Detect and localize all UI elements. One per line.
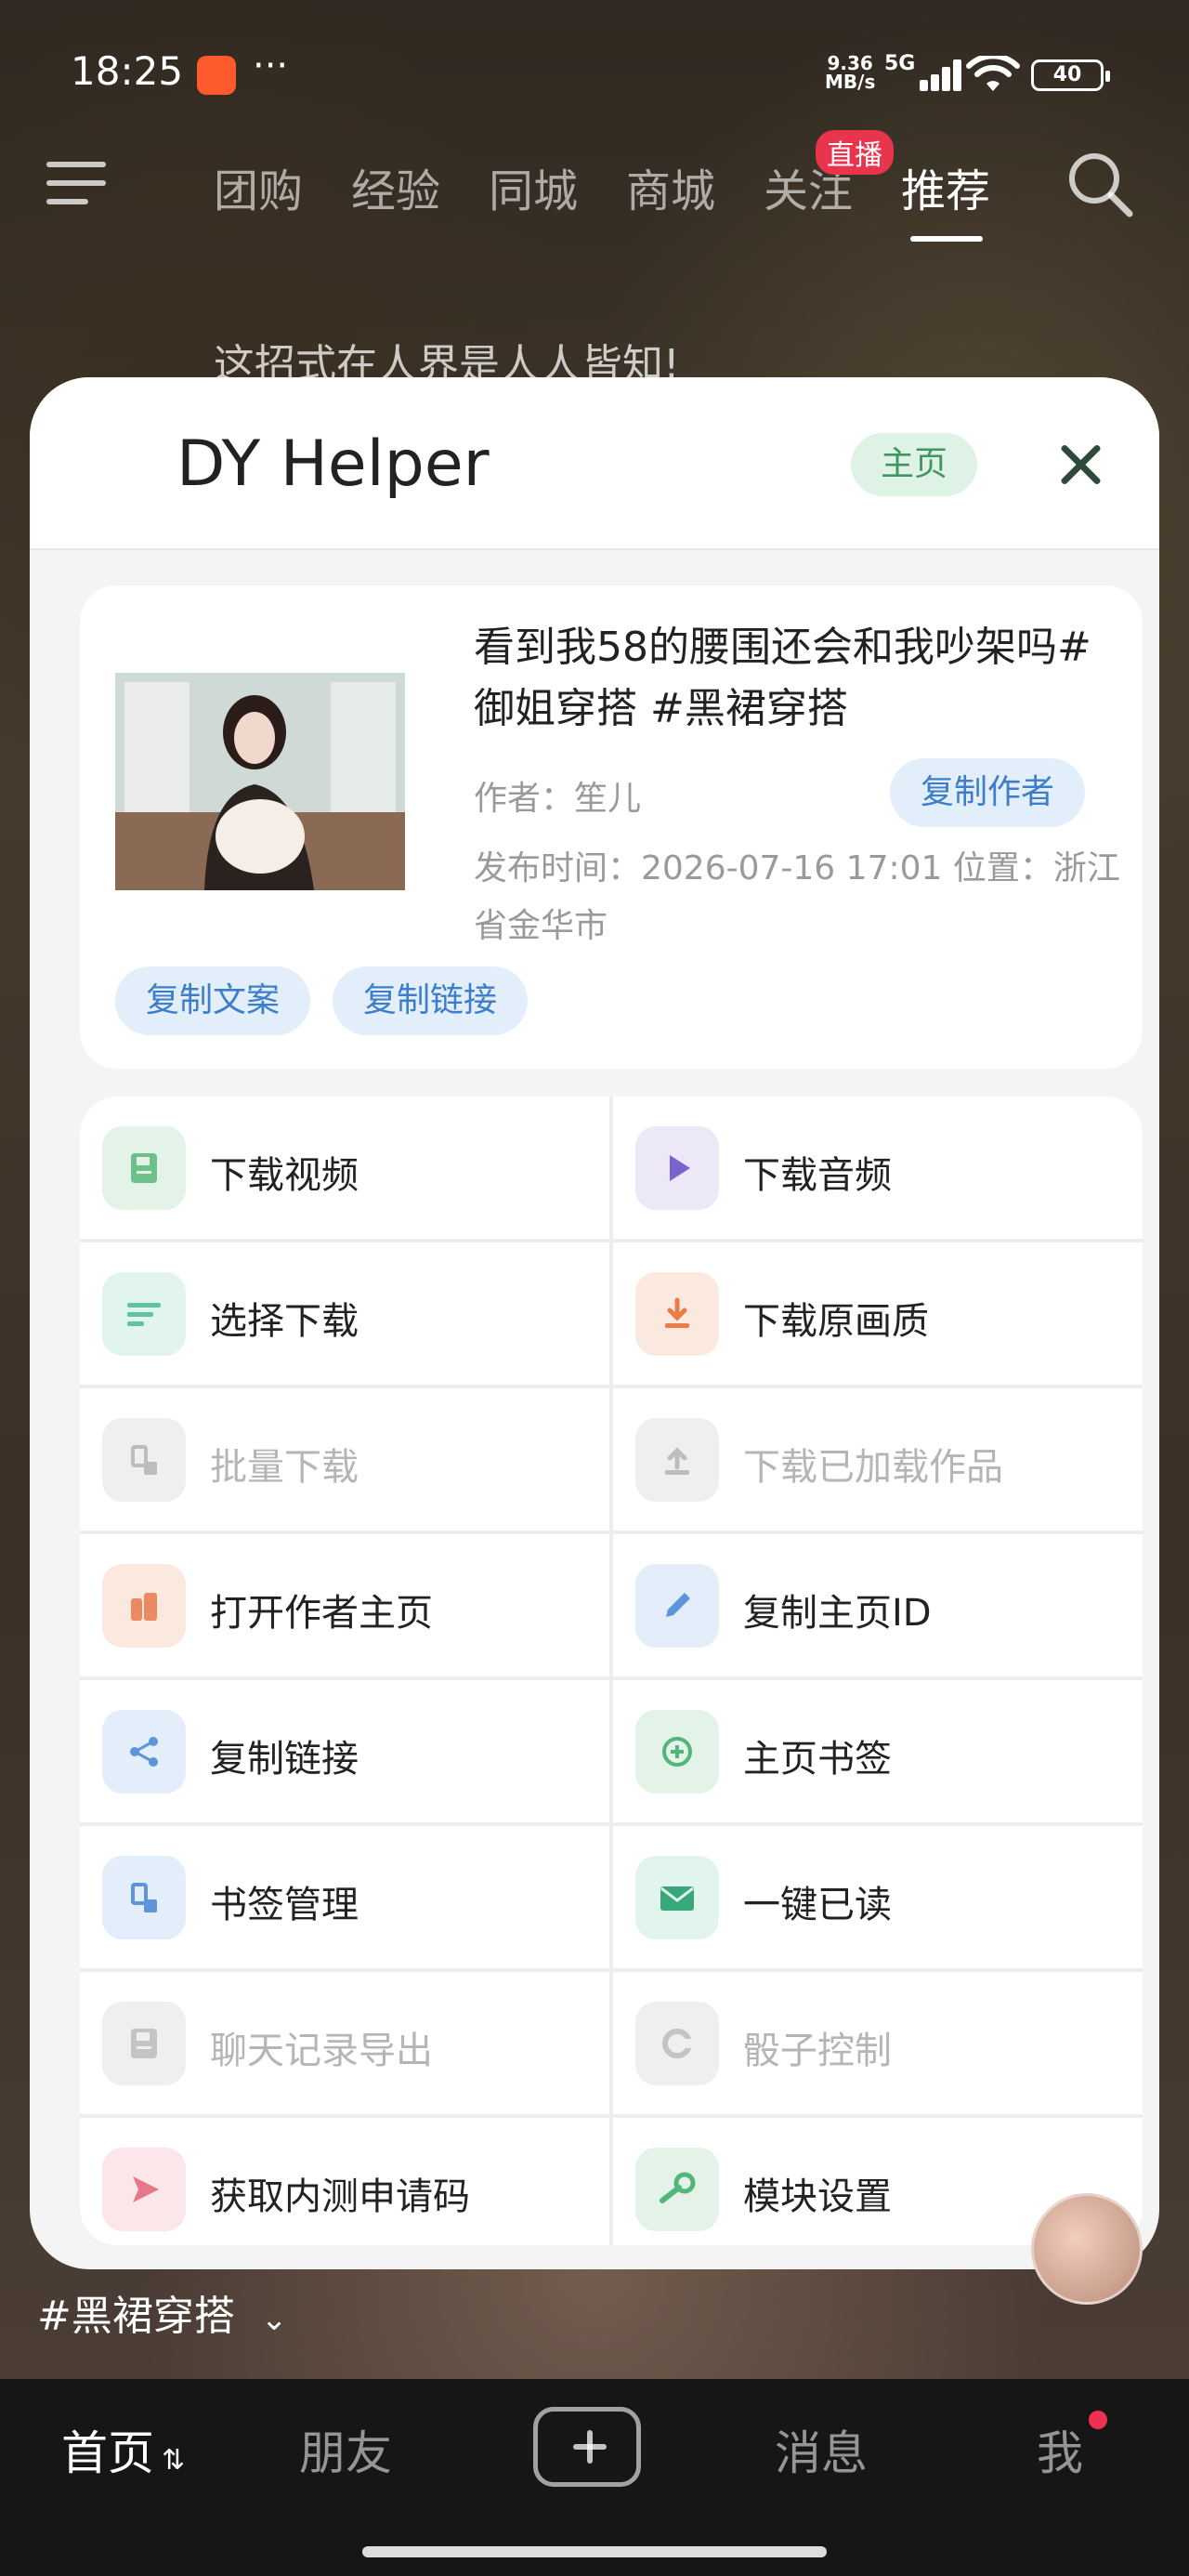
- tab-local[interactable]: 同城: [489, 154, 626, 219]
- action-label: 打开作者主页: [210, 1592, 433, 1635]
- nav-me[interactable]: 我: [1037, 2416, 1083, 2483]
- author-icon: [102, 1564, 186, 1648]
- action-download-audio[interactable]: 下载音频: [613, 1097, 1143, 1239]
- action-label: 主页书签: [743, 1738, 892, 1781]
- upload-icon: [635, 1418, 719, 1502]
- nav-friends[interactable]: 朋友: [299, 2416, 392, 2483]
- action-download-video[interactable]: 下载视频: [80, 1097, 609, 1239]
- action-home-bookmark[interactable]: 主页书签: [613, 1680, 1143, 1822]
- action-bookmark-manage[interactable]: 书签管理: [80, 1826, 609, 1968]
- action-label: 一键已读: [743, 1884, 892, 1926]
- action-get-beta-code[interactable]: 获取内测申请码: [80, 2118, 609, 2245]
- action-copy-link[interactable]: 复制链接: [80, 1680, 609, 1822]
- status-bar: 18:25 ··· 9.36 MB/s 5G 40: [0, 0, 1189, 149]
- tab-recommend[interactable]: 推荐: [901, 154, 1039, 242]
- action-copy-home-id[interactable]: 复制主页ID: [613, 1534, 1143, 1676]
- play-icon: [635, 1126, 719, 1210]
- video-tagline[interactable]: #黑裙穿搭 ⌄: [37, 2282, 287, 2342]
- action-open-author-home[interactable]: 打开作者主页: [80, 1534, 609, 1676]
- action-label: 下载原画质: [743, 1300, 929, 1343]
- action-label: 批量下载: [210, 1446, 359, 1489]
- close-icon[interactable]: [1052, 437, 1107, 493]
- action-label: 骰子控制: [743, 2030, 892, 2072]
- more-notifications-icon: ···: [253, 45, 289, 87]
- batch-icon: [102, 1418, 186, 1502]
- chevron-down-icon: ⌄: [260, 2301, 288, 2338]
- action-label: 书签管理: [210, 1884, 359, 1926]
- live-badge: 直播: [816, 130, 894, 175]
- nav-tabs: 团购 经验 同城 商城 关注 推荐: [214, 154, 1039, 242]
- dy-helper-panel: DY Helper 主页 看到我58的腰围还会和我吵架吗#御姐穿搭 #黑裙穿搭 …: [30, 377, 1159, 2269]
- menu-icon[interactable]: [46, 162, 106, 208]
- action-mark-all-read[interactable]: 一键已读: [613, 1826, 1143, 1968]
- tab-group-buy[interactable]: 团购: [214, 154, 351, 219]
- video-author: 作者：笙儿: [474, 780, 642, 818]
- download-icon: [635, 1272, 719, 1356]
- copy-caption-button[interactable]: 复制文案: [115, 966, 310, 1035]
- status-time: 18:25: [71, 48, 184, 94]
- battery-icon: 40: [1031, 59, 1110, 91]
- panel-title: DY Helper: [176, 427, 490, 501]
- action-label: 下载已加载作品: [743, 1446, 1003, 1489]
- action-label: 下载视频: [210, 1154, 359, 1197]
- video-info-card: 看到我58的腰围还会和我吵架吗#御姐穿搭 #黑裙穿搭 作者：笙儿 复制作者 发布…: [80, 585, 1143, 1069]
- action-label: 复制链接: [210, 1738, 359, 1781]
- video-title: 看到我58的腰围还会和我吵架吗#御姐穿搭 #黑裙穿搭: [474, 624, 1091, 732]
- wrench-icon: [635, 2148, 719, 2231]
- action-select-download[interactable]: 选择下载: [80, 1242, 609, 1385]
- creator-avatar[interactable]: [1031, 2193, 1143, 2305]
- cell-signal-icon: [899, 59, 961, 91]
- action-batch-download[interactable]: 批量下载: [80, 1388, 609, 1531]
- pencil-icon: [635, 1564, 719, 1648]
- bottom-nav: 首页 ⇅ 朋友 消息 我: [0, 2379, 1189, 2576]
- copy-link-button[interactable]: 复制链接: [333, 966, 528, 1035]
- action-download-original[interactable]: 下载原画质: [613, 1242, 1143, 1385]
- action-dice-control[interactable]: 骰子控制: [613, 1972, 1143, 2114]
- action-label: 聊天记录导出: [210, 2030, 433, 2072]
- nav-messages[interactable]: 消息: [775, 2416, 868, 2483]
- export-icon: [102, 2002, 186, 2085]
- action-label: 复制主页ID: [743, 1592, 932, 1635]
- home-button[interactable]: 主页: [851, 433, 977, 496]
- save-icon: [102, 1126, 186, 1210]
- home-indicator[interactable]: [362, 2546, 827, 2557]
- action-grid: 下载视频 下载音频 选择下载 下载原画质 批量下载 下载已加载作品 打开作者主页…: [80, 1097, 1143, 2245]
- list-icon: [102, 1272, 186, 1356]
- wifi-icon: [966, 56, 1020, 91]
- bookmark-manage-icon: [102, 1856, 186, 1939]
- mail-icon: [635, 1856, 719, 1939]
- action-download-loaded[interactable]: 下载已加载作品: [613, 1388, 1143, 1531]
- tab-experience[interactable]: 经验: [351, 154, 489, 219]
- action-label: 下载音频: [743, 1154, 892, 1197]
- share-icon: [102, 1710, 186, 1794]
- plus-circle-icon: [635, 1710, 719, 1794]
- dice-icon: [635, 2002, 719, 2085]
- video-meta: 发布时间：2026-07-16 17:01 位置：浙江省金华市: [474, 849, 1120, 945]
- switch-icon: ⇅: [162, 2444, 186, 2477]
- action-label: 选择下载: [210, 1300, 359, 1343]
- search-icon[interactable]: [1065, 149, 1135, 219]
- video-thumbnail[interactable]: [115, 673, 405, 890]
- create-button[interactable]: [533, 2407, 641, 2487]
- net-speed: 9.36 MB/s: [825, 52, 876, 93]
- send-icon: [102, 2148, 186, 2231]
- action-export-chat[interactable]: 聊天记录导出: [80, 1972, 609, 2114]
- action-label: 模块设置: [743, 2175, 892, 2218]
- nav-home[interactable]: 首页 ⇅: [61, 2416, 185, 2483]
- tab-mall[interactable]: 商城: [626, 154, 764, 219]
- copy-author-button[interactable]: 复制作者: [890, 758, 1085, 827]
- app-notification-icon: [197, 56, 236, 95]
- action-label: 获取内测申请码: [210, 2175, 470, 2218]
- top-nav: 团购 经验 同城 商城 关注 推荐: [0, 139, 1189, 242]
- panel-header: DY Helper 主页: [30, 377, 1159, 550]
- notification-dot: [1089, 2411, 1107, 2429]
- thumbnail-image: [115, 673, 405, 890]
